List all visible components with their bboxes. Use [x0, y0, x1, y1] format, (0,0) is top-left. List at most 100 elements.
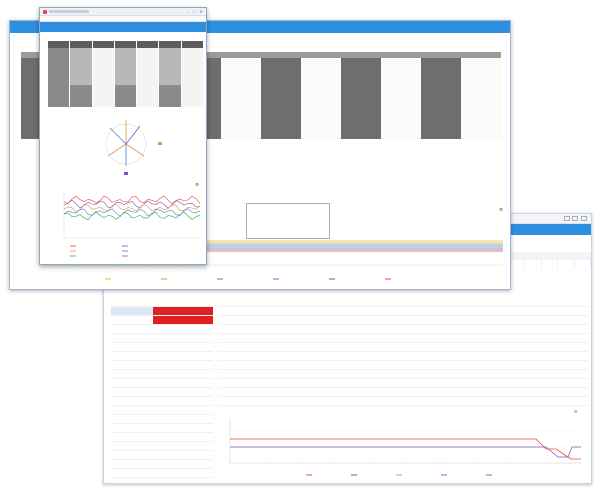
name-cell [173, 460, 193, 468]
table-cell [159, 48, 182, 56]
name-list-row[interactable] [153, 388, 213, 397]
name-list-row[interactable] [153, 334, 213, 343]
time-list-row[interactable] [111, 298, 153, 307]
close-icon[interactable] [581, 216, 587, 221]
grid-cell [573, 361, 588, 369]
minimize-icon[interactable] [564, 216, 570, 221]
grid-cell [465, 343, 480, 351]
time-list-row[interactable] [111, 352, 153, 361]
grid-cell [341, 370, 356, 378]
time-list-row[interactable] [111, 379, 153, 388]
name-list-row[interactable] [153, 379, 213, 388]
table-cell [137, 55, 160, 63]
name-cell [193, 379, 213, 387]
table-cell [48, 62, 71, 71]
grid-cell [496, 334, 511, 342]
name-list-row[interactable] [153, 370, 213, 379]
name-list-row[interactable] [153, 433, 213, 442]
name-list-row[interactable] [153, 325, 213, 334]
name-list-row[interactable] [153, 460, 213, 469]
event-data-grid[interactable] [218, 298, 588, 406]
table-cell [70, 55, 93, 63]
header-cell [542, 260, 559, 268]
name-list-row[interactable] [153, 442, 213, 451]
time-list-row[interactable] [111, 469, 153, 478]
grid-cell [403, 325, 418, 333]
minimize-icon[interactable]: – [184, 9, 190, 14]
grid-cell [449, 316, 464, 324]
time-list-row[interactable] [111, 325, 153, 334]
time-list-row[interactable] [111, 442, 153, 451]
table-cell [341, 132, 381, 139]
grid-cell [403, 361, 418, 369]
name-list-row[interactable] [153, 316, 213, 325]
table-cell [181, 41, 204, 49]
grid-cell [496, 325, 511, 333]
grid-cell [511, 397, 526, 405]
time-list-row[interactable] [111, 406, 153, 415]
series-line-purple [230, 446, 581, 458]
grid-cell [264, 325, 279, 333]
time-list-row[interactable] [111, 415, 153, 424]
time-list-row[interactable] [111, 343, 153, 352]
table-cell [92, 62, 115, 71]
table-cell [114, 92, 138, 100]
time-list-row[interactable] [111, 433, 153, 442]
grid-cell [341, 397, 356, 405]
time-list-row[interactable] [111, 424, 153, 433]
time-list-row[interactable] [111, 451, 153, 460]
window-titlebar[interactable]: – □ ✕ [40, 8, 206, 16]
name-list-row[interactable] [153, 469, 213, 478]
grid-cell [573, 307, 588, 315]
event-name-list[interactable] [153, 298, 213, 478]
name-cell [193, 361, 213, 369]
grid-cell [449, 397, 464, 405]
grid-cell [218, 388, 233, 396]
event-time-list[interactable] [111, 298, 153, 478]
grid-cell [249, 343, 264, 351]
grid-cell [388, 361, 403, 369]
name-list-row[interactable] [153, 298, 213, 307]
name-list-row[interactable] [153, 397, 213, 406]
grid-cell [573, 325, 588, 333]
grid-cell [311, 397, 326, 405]
time-list-row[interactable] [111, 388, 153, 397]
grid-cell [403, 343, 418, 351]
grid-cell [311, 343, 326, 351]
grid-cell [357, 388, 372, 396]
maximize-icon[interactable] [572, 216, 578, 221]
grid-cell [357, 334, 372, 342]
name-cell [193, 316, 213, 324]
name-list-row[interactable] [153, 361, 213, 370]
close-icon[interactable]: ✕ [198, 9, 204, 14]
grid-cell [403, 352, 418, 360]
name-cell [173, 388, 193, 396]
time-list-row[interactable] [111, 334, 153, 343]
name-cell [153, 361, 173, 369]
maximize-icon[interactable]: □ [191, 9, 197, 14]
time-list-row[interactable] [111, 397, 153, 406]
name-list-row[interactable] [153, 352, 213, 361]
grid-cell [233, 298, 248, 306]
time-list-row[interactable] [111, 316, 153, 325]
time-list-row[interactable] [111, 460, 153, 469]
grid-cell [573, 388, 588, 396]
name-list-row[interactable] [153, 343, 213, 352]
name-list-row[interactable] [153, 307, 213, 316]
grid-cell [218, 361, 233, 369]
name-list-row[interactable] [153, 406, 213, 415]
time-list-row[interactable] [111, 361, 153, 370]
name-list-row[interactable] [153, 451, 213, 460]
name-list-row[interactable] [153, 424, 213, 433]
phasor-popup-window[interactable]: – □ ✕ ⚙ [39, 7, 207, 265]
grid-cell [434, 334, 449, 342]
grid-cell [480, 379, 495, 387]
grid-cell [295, 298, 310, 306]
grid-cell [218, 298, 233, 306]
grid-cell [218, 352, 233, 360]
time-list-row[interactable] [111, 370, 153, 379]
grid-cell [480, 388, 495, 396]
name-list-row[interactable] [153, 415, 213, 424]
time-list-row[interactable] [111, 307, 153, 316]
grid-cell [418, 325, 433, 333]
